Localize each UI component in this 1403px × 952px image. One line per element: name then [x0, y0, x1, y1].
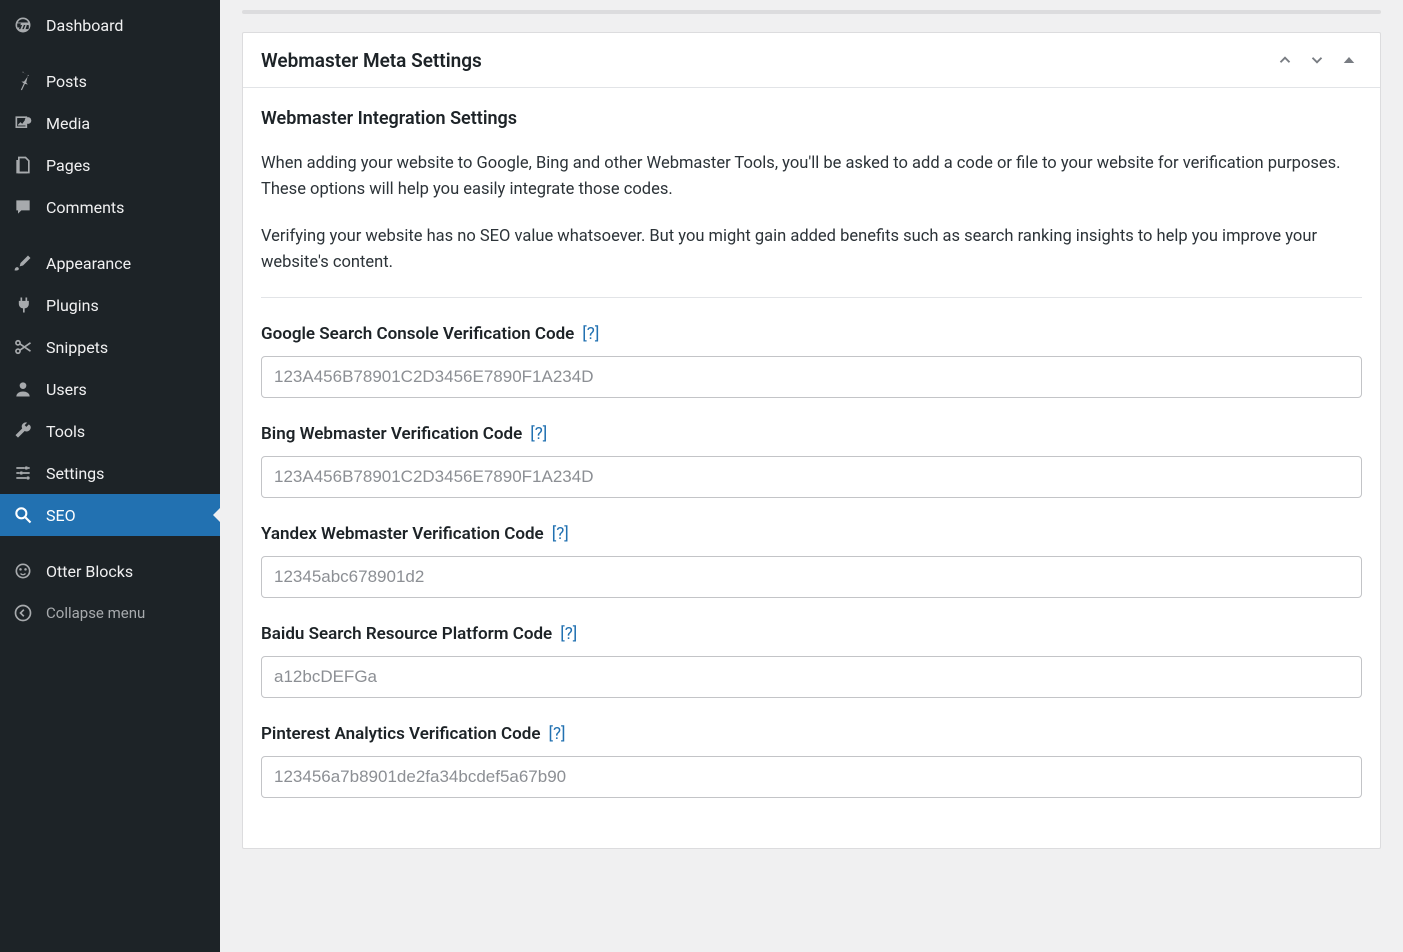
sidebar-item-seo[interactable]: SEO — [0, 494, 220, 536]
yandex-verification-input[interactable] — [261, 556, 1362, 598]
sidebar-collapse-label: Collapse menu — [46, 604, 145, 622]
main-content: Webmaster Meta Settings Webmaster Integr… — [220, 0, 1403, 952]
top-divider — [242, 10, 1381, 14]
field-bing-webmaster: Bing Webmaster Verification Code [?] — [261, 424, 1362, 498]
sidebar-collapse-menu[interactable]: Collapse menu — [0, 592, 220, 634]
panel-title: Webmaster Meta Settings — [261, 49, 1266, 72]
baidu-verification-input[interactable] — [261, 656, 1362, 698]
sidebar-item-plugins[interactable]: Plugins — [0, 284, 220, 326]
sidebar-item-label: SEO — [46, 506, 76, 525]
bing-verification-input[interactable] — [261, 456, 1362, 498]
sidebar-item-label: Otter Blocks — [46, 562, 133, 581]
field-pinterest: Pinterest Analytics Verification Code [?… — [261, 724, 1362, 798]
section-divider — [261, 297, 1362, 298]
panel-move-down-button[interactable] — [1304, 47, 1330, 73]
sidebar-item-label: Plugins — [46, 296, 99, 315]
section-description-2: Verifying your website has no SEO value … — [261, 224, 1362, 275]
pages-icon — [12, 154, 34, 176]
sidebar-item-dashboard[interactable]: Dashboard — [0, 4, 220, 46]
sidebar-item-label: Comments — [46, 198, 124, 217]
panel-move-up-button[interactable] — [1272, 47, 1298, 73]
sidebar-item-label: Media — [46, 114, 90, 133]
sidebar-separator — [0, 536, 220, 550]
sidebar-item-pages[interactable]: Pages — [0, 144, 220, 186]
sidebar-item-appearance[interactable]: Appearance — [0, 242, 220, 284]
otter-icon — [12, 560, 34, 582]
help-link[interactable]: [?] — [560, 624, 577, 644]
sidebar-item-snippets[interactable]: Snippets — [0, 326, 220, 368]
panel-header: Webmaster Meta Settings — [243, 33, 1380, 88]
sidebar-item-users[interactable]: Users — [0, 368, 220, 410]
dashboard-icon — [12, 14, 34, 36]
sidebar-item-label: Users — [46, 380, 87, 399]
admin-sidebar: Dashboard Posts Media Pages Commen — [0, 0, 220, 952]
comment-icon — [12, 196, 34, 218]
pin-icon — [12, 70, 34, 92]
search-icon — [12, 504, 34, 526]
webmaster-meta-panel: Webmaster Meta Settings Webmaster Integr… — [242, 32, 1381, 849]
wrench-icon — [12, 420, 34, 442]
field-label: Google Search Console Verification Code — [261, 324, 574, 344]
collapse-icon — [12, 602, 34, 624]
user-icon — [12, 378, 34, 400]
help-link[interactable]: [?] — [582, 324, 599, 344]
sidebar-separator — [0, 46, 220, 60]
help-link[interactable]: [?] — [530, 424, 547, 444]
sidebar-item-media[interactable]: Media — [0, 102, 220, 144]
sidebar-item-label: Dashboard — [46, 16, 123, 35]
sidebar-item-label: Appearance — [46, 254, 131, 273]
field-yandex-webmaster: Yandex Webmaster Verification Code [?] — [261, 524, 1362, 598]
field-baidu: Baidu Search Resource Platform Code [?] — [261, 624, 1362, 698]
sidebar-item-label: Pages — [46, 156, 90, 175]
sidebar-item-comments[interactable]: Comments — [0, 186, 220, 228]
scissors-icon — [12, 336, 34, 358]
sidebar-item-label: Snippets — [46, 338, 108, 357]
panel-toggle-button[interactable] — [1336, 47, 1362, 73]
sidebar-item-posts[interactable]: Posts — [0, 60, 220, 102]
sidebar-item-label: Tools — [46, 422, 85, 441]
field-label: Baidu Search Resource Platform Code — [261, 624, 552, 644]
help-link[interactable]: [?] — [552, 524, 569, 544]
sidebar-item-settings[interactable]: Settings — [0, 452, 220, 494]
field-google-search-console: Google Search Console Verification Code … — [261, 324, 1362, 398]
sidebar-item-label: Settings — [46, 464, 104, 483]
field-label: Pinterest Analytics Verification Code — [261, 724, 540, 744]
panel-body: Webmaster Integration Settings When addi… — [243, 88, 1380, 848]
brush-icon — [12, 252, 34, 274]
sliders-icon — [12, 462, 34, 484]
pinterest-verification-input[interactable] — [261, 756, 1362, 798]
section-subtitle: Webmaster Integration Settings — [261, 108, 1362, 129]
sidebar-separator — [0, 228, 220, 242]
sidebar-item-tools[interactable]: Tools — [0, 410, 220, 452]
sidebar-item-label: Posts — [46, 72, 87, 91]
section-description-1: When adding your website to Google, Bing… — [261, 151, 1362, 202]
help-link[interactable]: [?] — [548, 724, 565, 744]
field-label: Bing Webmaster Verification Code — [261, 424, 522, 444]
plug-icon — [12, 294, 34, 316]
media-icon — [12, 112, 34, 134]
google-verification-input[interactable] — [261, 356, 1362, 398]
field-label: Yandex Webmaster Verification Code — [261, 524, 544, 544]
sidebar-item-otter-blocks[interactable]: Otter Blocks — [0, 550, 220, 592]
